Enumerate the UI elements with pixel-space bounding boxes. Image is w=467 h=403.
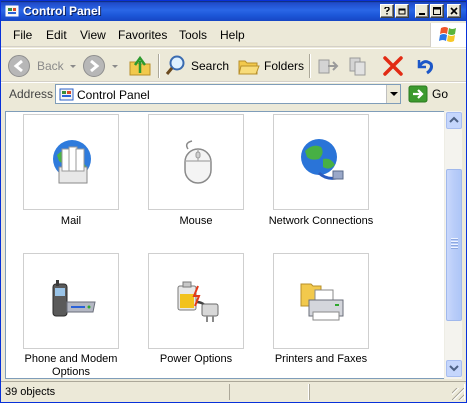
status-bar: 39 objects <box>1 381 466 402</box>
control-panel-item-phone-modem[interactable] <box>23 253 119 349</box>
back-label: Back <box>37 59 64 73</box>
standard-toolbar: Back Search Folders <box>1 48 466 82</box>
search-button[interactable]: Search <box>164 54 230 78</box>
menu-view[interactable]: View <box>80 28 106 42</box>
folder-content-view: Mail Mouse Network Connections Phone and… <box>5 111 444 379</box>
control-panel-item-printers-faxes[interactable] <box>273 253 369 349</box>
menu-favorites[interactable]: Favorites <box>118 28 167 42</box>
maximize-button[interactable] <box>430 4 444 18</box>
title-bar[interactable]: Control Panel <box>1 1 466 21</box>
address-dropdown-button[interactable] <box>386 85 400 103</box>
go-button[interactable]: Go <box>408 85 460 103</box>
maximize-icon <box>433 7 441 15</box>
control-panel-window: Control Panel File Edit View Favorites T… <box>0 0 467 403</box>
minimize-button[interactable] <box>415 4 429 18</box>
menu-file[interactable]: File <box>13 28 32 42</box>
undo-button[interactable] <box>412 54 436 78</box>
go-arrow-icon <box>408 85 428 103</box>
status-object-count: 39 objects <box>5 386 56 398</box>
forward-arrow-icon <box>83 55 105 77</box>
chevron-down-icon <box>390 92 398 96</box>
copy-to-icon <box>349 57 366 76</box>
windows-logo <box>430 23 466 47</box>
scroll-down-button[interactable] <box>446 360 462 377</box>
folders-label: Folders <box>264 59 305 73</box>
forward-dropdown-arrow[interactable] <box>112 65 118 68</box>
status-pane <box>229 384 309 400</box>
toolbar-separator <box>158 54 159 78</box>
scroll-grip-line <box>451 241 458 242</box>
item-label-mouse: Mouse <box>179 215 213 227</box>
copy-to-button[interactable] <box>347 54 371 78</box>
minimize-icon <box>419 13 425 15</box>
printers-faxes-icon <box>300 283 344 321</box>
pin-icon <box>398 8 406 15</box>
address-label: Address <box>9 87 54 101</box>
undo-icon <box>417 60 433 75</box>
up-folder-icon <box>129 55 151 76</box>
phone-modem-icon <box>52 280 96 317</box>
scroll-thumb[interactable] <box>446 169 462 321</box>
control-panel-item-power-options[interactable] <box>148 253 244 349</box>
move-to-icon <box>318 59 339 74</box>
status-pane-zone <box>309 384 465 400</box>
item-label-mail: Mail <box>60 215 82 227</box>
control-panel-item-network-connections[interactable] <box>273 114 369 210</box>
control-panel-icon <box>5 5 19 17</box>
windows-flag-icon <box>439 27 456 42</box>
address-input[interactable]: Control Panel <box>55 84 401 104</box>
chevron-down-icon <box>449 365 459 372</box>
question-icon <box>384 7 390 15</box>
menu-bar: File Edit View Favorites Tools Help <box>1 23 466 47</box>
item-label-power-options: Power Options <box>159 353 233 365</box>
up-folder-button[interactable] <box>127 53 153 79</box>
mouse-icon <box>184 140 212 184</box>
menu-tools[interactable]: Tools <box>179 28 207 42</box>
mail-icon <box>53 140 91 184</box>
close-button[interactable] <box>447 4 461 18</box>
address-value: Control Panel <box>77 88 150 102</box>
menu-help[interactable]: Help <box>220 28 245 42</box>
item-label-network-connections: Network Connections <box>268 215 374 227</box>
resize-grip[interactable] <box>452 388 464 400</box>
restore-small-button[interactable] <box>395 4 409 18</box>
window-title: Control Panel <box>23 4 102 18</box>
back-arrow-icon <box>8 55 30 77</box>
toolbar-separator <box>309 54 310 78</box>
help-context-button[interactable] <box>380 4 394 18</box>
go-label: Go <box>432 87 449 101</box>
scroll-grip-line <box>451 244 458 245</box>
vertical-scrollbar[interactable] <box>444 111 462 379</box>
control-panel-item-mail[interactable] <box>23 114 119 210</box>
network-connections-icon <box>301 139 344 180</box>
search-label: Search <box>191 59 230 73</box>
folders-button[interactable]: Folders <box>237 54 305 78</box>
item-label-phone-modem: Phone and Modem Options <box>24 353 118 378</box>
delete-button[interactable] <box>381 54 405 78</box>
chevron-up-icon <box>449 116 459 123</box>
control-panel-small-icon <box>59 88 74 101</box>
close-icon <box>450 7 458 15</box>
folders-icon <box>238 60 260 75</box>
forward-button[interactable] <box>82 54 106 78</box>
scroll-grip-line <box>451 238 458 239</box>
item-label-printers-faxes: Printers and Faxes <box>274 353 368 365</box>
back-dropdown-arrow[interactable] <box>70 65 76 68</box>
move-to-button[interactable] <box>316 54 340 78</box>
control-panel-item-mouse[interactable] <box>148 114 244 210</box>
delete-x-icon <box>383 56 403 76</box>
back-button[interactable]: Back <box>7 54 67 78</box>
menu-edit[interactable]: Edit <box>46 28 67 42</box>
scroll-up-button[interactable] <box>446 112 462 129</box>
address-bar: Address Control Panel Go <box>1 82 466 104</box>
power-options-icon <box>177 281 219 322</box>
scroll-grip-line <box>451 247 458 248</box>
search-icon <box>165 55 185 75</box>
